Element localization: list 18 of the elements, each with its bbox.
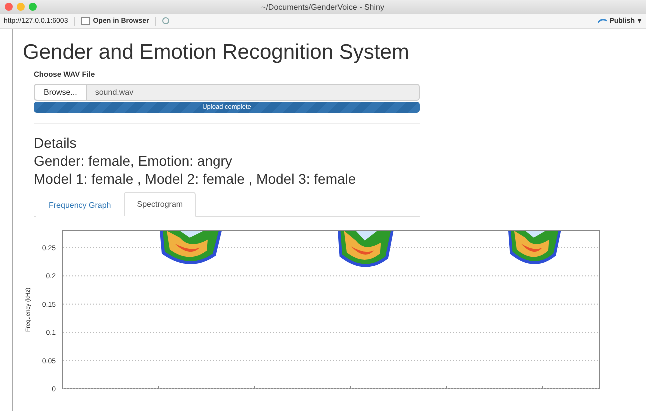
details-heading: Details: [34, 134, 78, 152]
maximize-icon[interactable]: [29, 3, 37, 11]
browse-button[interactable]: Browse...: [35, 85, 88, 100]
spectrogram-blob: [338, 231, 394, 268]
minimize-icon[interactable]: [17, 3, 25, 11]
spectrogram-blob: [160, 231, 222, 264]
page-title: Gender and Emotion Recognition System: [23, 41, 410, 65]
details-line: Gender: female, Emotion: angry: [34, 152, 234, 170]
tab[interactable]: Spectrogram: [124, 192, 196, 217]
file-name: sound.wav: [94, 88, 134, 97]
window-title: ~/Documents/GenderVoice - Shiny: [262, 2, 384, 12]
spectrogram-blob: [508, 231, 562, 264]
file-input-field[interactable]: Browse... sound.wav: [34, 84, 420, 101]
close-icon[interactable]: [5, 3, 13, 11]
publish-icon: [598, 18, 607, 24]
window-icon: [81, 17, 90, 25]
details-line: Model 1: female , Model 2: female , Model 3: female: [34, 170, 358, 188]
refresh-icon[interactable]: [162, 17, 170, 25]
